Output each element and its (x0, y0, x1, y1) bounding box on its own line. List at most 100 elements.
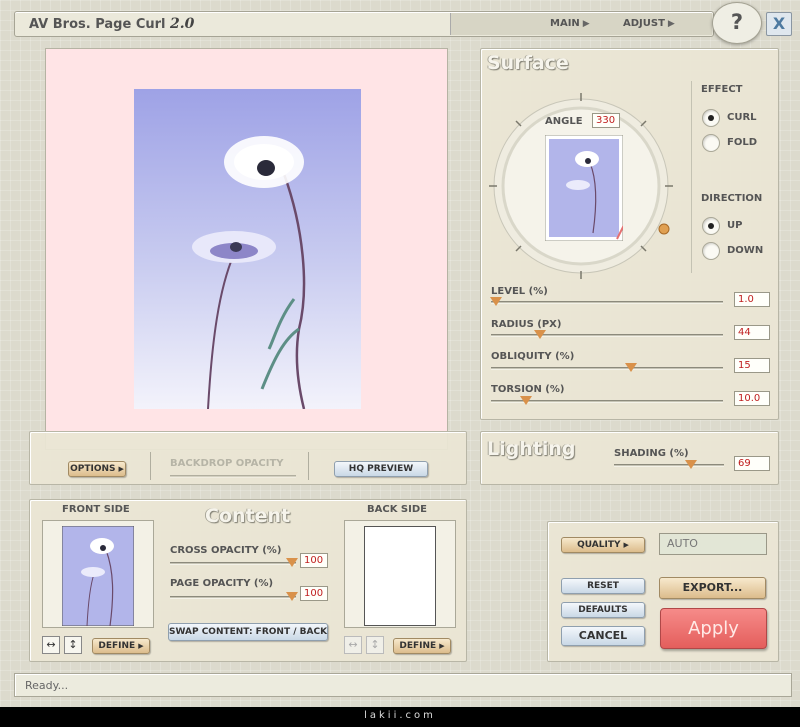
level-slider[interactable] (491, 301, 723, 304)
arrow-right-icon: ▶ (667, 19, 675, 29)
quality-field[interactable]: AUTO (659, 533, 767, 555)
apply-button[interactable]: Apply (660, 608, 767, 649)
front-define-label: DEFINE (98, 641, 136, 651)
content-heading: Content (205, 505, 291, 527)
direction-label: DIRECTION (701, 193, 763, 204)
backdrop-opacity-slider[interactable] (170, 475, 296, 478)
hq-preview-button[interactable]: HQ PREVIEW (334, 461, 428, 477)
angle-handle[interactable] (658, 223, 670, 235)
arrow-right-icon: ▶ (138, 642, 144, 650)
obliquity-slider[interactable] (491, 367, 723, 370)
arrow-right-icon: ▶ (582, 19, 590, 29)
effect-curl-label: CURL (727, 112, 757, 123)
lighting-heading: Lighting (487, 438, 576, 460)
cross-opacity-input[interactable]: 100 (300, 553, 328, 568)
direction-up-radio[interactable] (702, 217, 720, 235)
page-opacity-input[interactable]: 100 (300, 586, 328, 601)
radius-slider[interactable] (491, 334, 723, 337)
front-side-box (42, 520, 154, 628)
cross-opacity-slider-thumb[interactable] (286, 558, 298, 567)
torsion-input[interactable]: 10.0 (734, 391, 770, 406)
app-version: 2.0 (170, 16, 195, 32)
front-side-label: FRONT SIDE (62, 504, 130, 515)
arrow-right-icon: ▶ (439, 642, 445, 650)
back-flip-vertical-icon: ↕ (366, 636, 384, 654)
actions-panel: QUALITY ▶ AUTO RESET DEFAULTS CANCEL EXPO… (547, 521, 779, 662)
back-side-box (344, 520, 456, 628)
watermark-bar: lakii.com (0, 707, 800, 727)
nav-main-label: MAIN (550, 18, 580, 29)
help-icon: ? (730, 10, 744, 34)
effect-fold-label: FOLD (727, 137, 758, 148)
page-opacity-label: PAGE OPACITY (%) (170, 578, 274, 589)
preview-image (134, 89, 361, 409)
nav-adjust[interactable]: ADJUST ▶ (623, 18, 675, 29)
effect-label: EFFECT (701, 84, 743, 95)
surface-heading: Surface (487, 52, 569, 74)
direction-down-radio[interactable] (702, 242, 720, 260)
divider (308, 452, 309, 480)
defaults-button[interactable]: DEFAULTS (561, 602, 645, 618)
help-button[interactable]: ? (712, 2, 762, 44)
torsion-slider-thumb[interactable] (520, 396, 532, 405)
radius-slider-thumb[interactable] (534, 330, 546, 339)
back-define-button[interactable]: DEFINE ▶ (393, 638, 451, 654)
app-title: AV Bros. Page Curl 2.0 (29, 16, 194, 32)
front-define-button[interactable]: DEFINE ▶ (92, 638, 150, 654)
flip-vertical-icon[interactable]: ↕ (64, 636, 82, 654)
watermark-text: lakii.com (364, 710, 436, 721)
shading-input[interactable]: 69 (734, 456, 770, 471)
radius-input[interactable]: 44 (734, 325, 770, 340)
front-side-thumbnail[interactable] (62, 526, 134, 626)
back-side-label: BACK SIDE (367, 504, 427, 515)
back-side-thumbnail[interactable] (364, 526, 436, 626)
page-opacity-slider[interactable] (170, 596, 296, 599)
arrow-right-icon: ▶ (623, 541, 629, 549)
level-slider-thumb[interactable] (490, 297, 502, 306)
nav-adjust-label: ADJUST (623, 18, 665, 29)
close-icon: X (772, 14, 786, 33)
arrow-right-icon: ▶ (118, 465, 124, 473)
preview-canvas[interactable] (45, 48, 448, 450)
divider (150, 452, 151, 480)
back-define-label: DEFINE (399, 641, 437, 651)
cross-opacity-label: CROSS OPACITY (%) (170, 545, 282, 556)
direction-down-label: DOWN (727, 245, 764, 256)
surface-panel: Surface ANGLE 330 EFFECT CURL FOLD DIREC… (480, 48, 779, 420)
back-flip-horizontal-icon: ↔ (344, 636, 362, 654)
effect-curl-radio[interactable] (702, 109, 720, 127)
reset-button[interactable]: RESET (561, 578, 645, 594)
close-button[interactable]: X (766, 12, 792, 36)
app-name: AV Bros. Page Curl (29, 17, 166, 32)
flip-horizontal-icon[interactable]: ↔ (42, 636, 60, 654)
swap-content-button[interactable]: SWAP CONTENT: FRONT / BACK (168, 623, 328, 641)
divider (691, 81, 692, 273)
options-label: OPTIONS (70, 464, 116, 474)
shading-slider[interactable] (614, 464, 724, 467)
effect-fold-radio[interactable] (702, 134, 720, 152)
cross-opacity-slider[interactable] (170, 562, 296, 565)
cancel-button[interactable]: CANCEL (561, 626, 645, 646)
title-bar: AV Bros. Page Curl 2.0 MAIN ▶ ADJUST ▶ (14, 11, 714, 37)
level-label: LEVEL (%) (491, 286, 548, 297)
torsion-label: TORSION (%) (491, 384, 565, 395)
shading-slider-thumb[interactable] (685, 460, 697, 469)
angle-input[interactable]: 330 (592, 113, 620, 128)
nav-strip: MAIN ▶ ADJUST ▶ (450, 13, 712, 35)
preview-toolbar: OPTIONS ▶ BACKDROP OPACITY HQ PREVIEW (29, 431, 467, 485)
content-panel: FRONT SIDE ↔ ↕ DEFINE ▶ Content CROSS OPA… (29, 499, 467, 662)
options-button[interactable]: OPTIONS ▶ (68, 461, 126, 477)
lighting-panel: Lighting SHADING (%) 69 (480, 431, 779, 485)
level-input[interactable]: 1.0 (734, 292, 770, 307)
angle-label: ANGLE (545, 116, 583, 127)
quality-button[interactable]: QUALITY ▶ (561, 537, 645, 553)
page-opacity-slider-thumb[interactable] (286, 592, 298, 601)
nav-main[interactable]: MAIN ▶ (550, 18, 590, 29)
obliquity-slider-thumb[interactable] (625, 363, 637, 372)
export-button[interactable]: EXPORT... (659, 577, 766, 599)
obliquity-input[interactable]: 15 (734, 358, 770, 373)
shading-label: SHADING (%) (614, 448, 689, 459)
obliquity-label: OBLIQUITY (%) (491, 351, 575, 362)
backdrop-opacity-label: BACKDROP OPACITY (170, 458, 284, 469)
angle-preview-thumbnail (545, 135, 623, 241)
